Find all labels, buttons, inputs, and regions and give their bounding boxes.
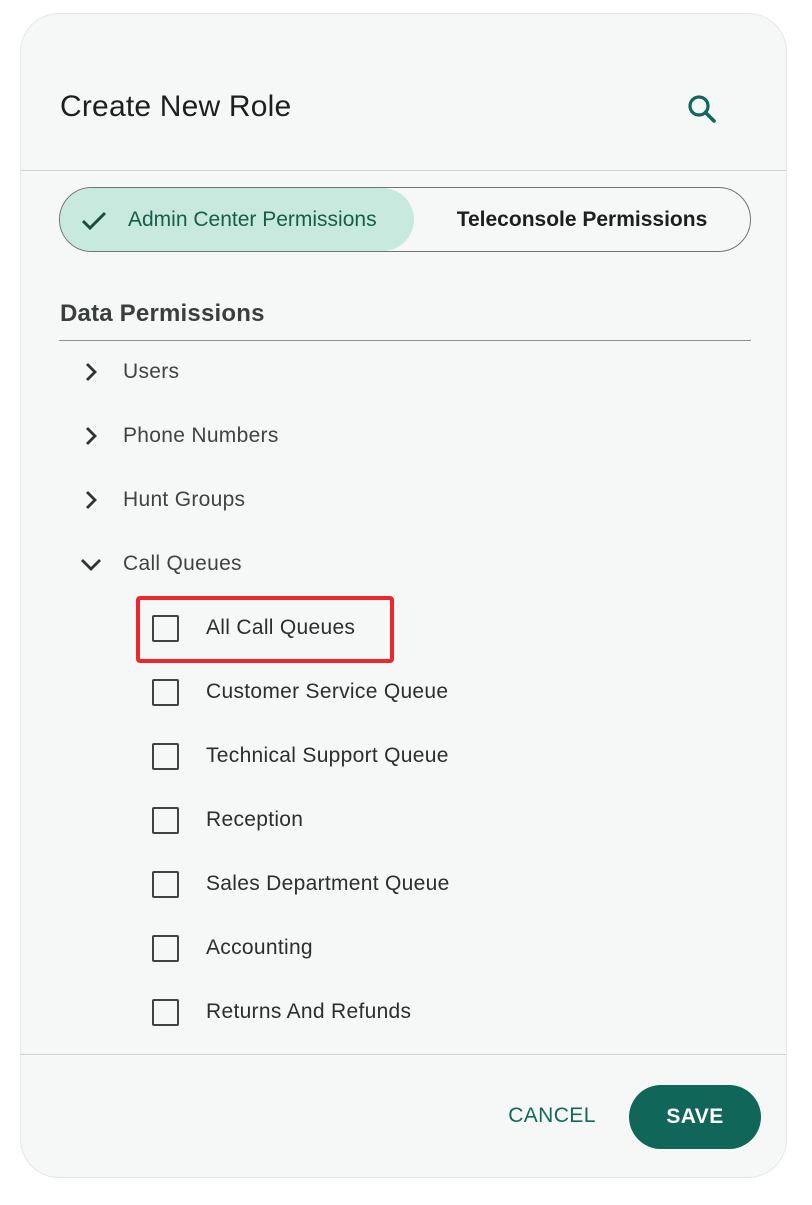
checkbox-label: Technical Support Queue <box>206 744 449 767</box>
save-button[interactable]: SAVE <box>629 1085 761 1149</box>
checkbox-customer-service-queue[interactable]: Customer Service Queue <box>152 668 572 716</box>
checkbox-technical-support-queue[interactable]: Technical Support Queue <box>152 732 572 780</box>
checkbox-all-call-queues[interactable]: All Call Queues <box>152 604 572 652</box>
footer-divider <box>21 1054 786 1055</box>
tree-item-label: Phone Numbers <box>123 424 279 447</box>
checkbox-sales-department-queue[interactable]: Sales Department Queue <box>152 860 572 908</box>
chevron-right-icon <box>71 352 111 392</box>
checkbox[interactable] <box>152 806 179 834</box>
tree-item-label: Call Queues <box>123 552 242 575</box>
checkbox-label: Reception <box>206 808 304 831</box>
tree-item-hunt-groups[interactable]: Hunt Groups <box>71 476 471 524</box>
checkbox-reception[interactable]: Reception <box>152 796 572 844</box>
chevron-right-icon <box>71 480 111 520</box>
search-button[interactable] <box>685 92 721 128</box>
checkbox-label: All Call Queues <box>206 616 356 639</box>
tree-item-users[interactable]: Users <box>71 348 471 396</box>
checkbox-label: Customer Service Queue <box>206 680 449 703</box>
checkbox[interactable] <box>152 934 179 962</box>
checkbox[interactable] <box>152 614 179 642</box>
cancel-button[interactable]: CANCEL <box>497 1095 607 1137</box>
tree-item-phone-numbers[interactable]: Phone Numbers <box>71 412 471 460</box>
checkbox[interactable] <box>152 678 179 706</box>
permission-type-toggle: Admin Center Permissions Teleconsole Per… <box>59 187 751 252</box>
chevron-right-icon <box>71 416 111 456</box>
section-title: Data Permissions <box>60 300 265 327</box>
tab-admin-center-permissions[interactable]: Admin Center Permissions <box>60 188 414 251</box>
tab-admin-label: Admin Center Permissions <box>128 207 377 231</box>
checkbox-accounting[interactable]: Accounting <box>152 924 572 972</box>
checkbox-label: Sales Department Queue <box>206 872 450 895</box>
search-icon <box>688 95 716 123</box>
check-icon <box>81 211 107 230</box>
checkbox[interactable] <box>152 998 179 1026</box>
checkbox-returns-and-refunds[interactable]: Returns And Refunds <box>152 988 572 1036</box>
checkbox[interactable] <box>152 870 179 898</box>
dialog-title: Create New Role <box>60 90 292 123</box>
checkbox[interactable] <box>152 742 179 770</box>
tab-teleconsole-permissions[interactable]: Teleconsole Permissions <box>414 188 750 251</box>
section-divider <box>59 340 751 341</box>
dialog-header: Create New Role <box>21 14 786 171</box>
tree-item-call-queues[interactable]: Call Queues <box>71 540 471 588</box>
checkbox-label: Returns And Refunds <box>206 1000 412 1023</box>
tab-teleconsole-label: Teleconsole Permissions <box>456 207 708 231</box>
checkbox-label: Accounting <box>206 936 313 959</box>
create-role-dialog: Create New Role Admin Center Permissions… <box>21 14 786 1177</box>
tree-item-label: Hunt Groups <box>123 488 246 511</box>
tree-item-label: Users <box>123 360 180 383</box>
chevron-down-icon <box>71 544 111 584</box>
